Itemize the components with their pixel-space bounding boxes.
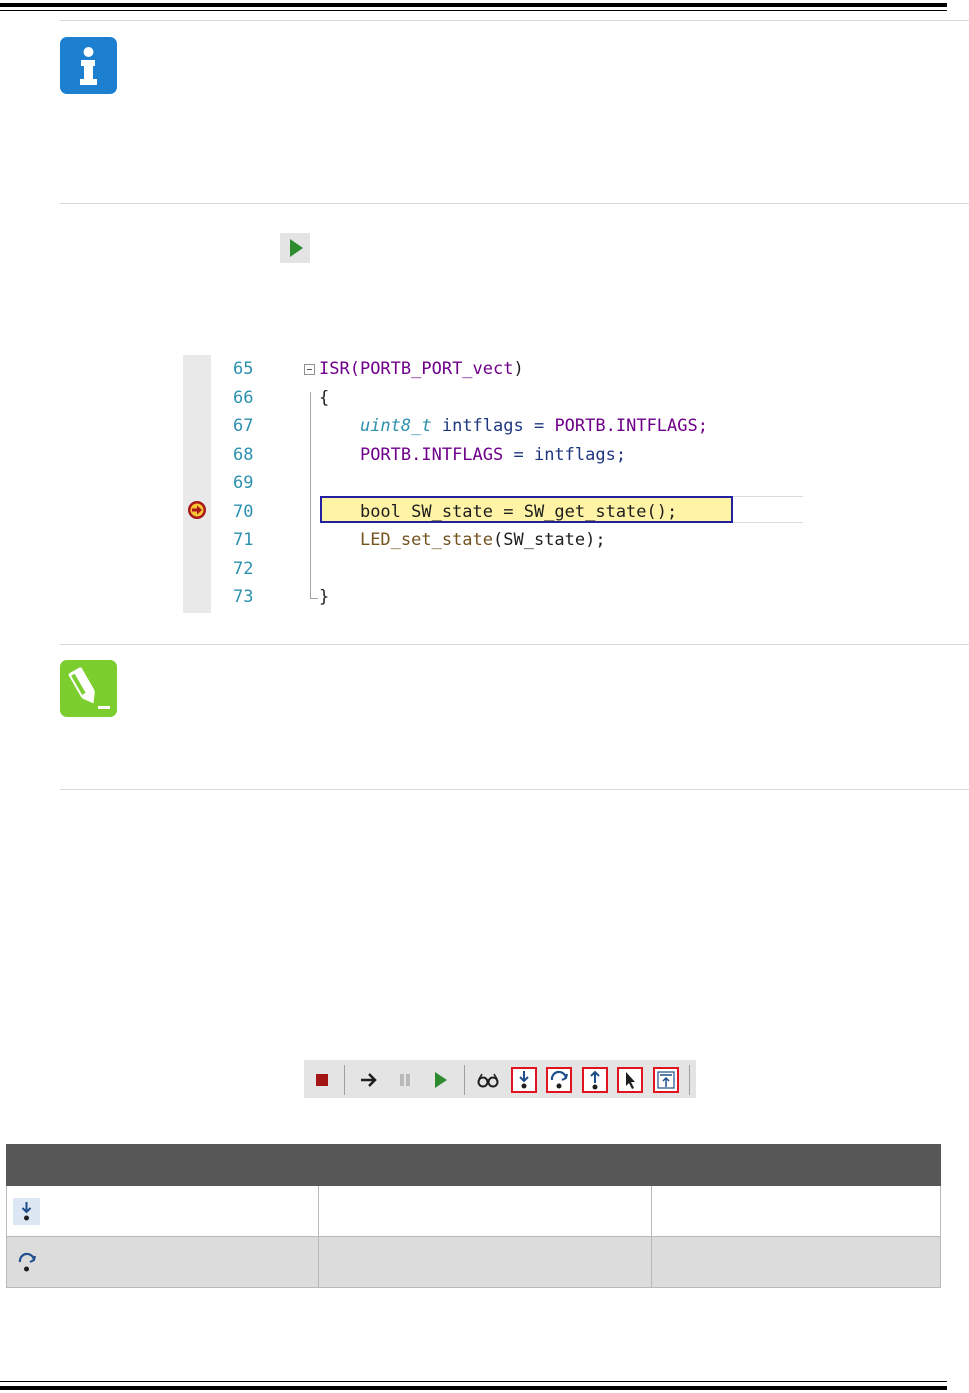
line-number: 72 [233, 558, 254, 579]
table-cell [318, 1236, 652, 1288]
step-into-button[interactable] [511, 1067, 537, 1093]
step-over-icon [13, 1249, 40, 1276]
line-number: 70 [233, 501, 254, 522]
play-icon [435, 1072, 447, 1088]
code-line: 67 uint8_t intflags = PORTB.INTFLAGS; [183, 412, 808, 440]
step-over-icon [550, 1070, 568, 1089]
code-text: { [319, 384, 329, 412]
info-callout-bottom-border [60, 203, 969, 204]
table-header-cell [650, 1144, 942, 1186]
code-editor: 65 ISR(PORTB_PORT_vect) 66 {67 uint8_t intf… [183, 355, 808, 613]
note-callout-top-border [60, 644, 969, 645]
show-next-statement-button[interactable] [356, 1067, 382, 1093]
quick-watch-button[interactable] [475, 1067, 501, 1093]
line-number: 71 [233, 530, 254, 550]
table-cell [5, 1185, 320, 1237]
line-number: 65 [233, 359, 254, 379]
code-line: 73} [183, 583, 808, 611]
line-number: 73 [233, 587, 254, 607]
table-cell [650, 1236, 942, 1288]
code-line: 71 LED_set_state(SW_state); [183, 526, 808, 554]
run-to-cursor-button[interactable] [617, 1067, 643, 1093]
code-text: LED_set_state(SW_state); [319, 526, 606, 554]
glasses-icon [477, 1073, 499, 1088]
step-out-button[interactable] [582, 1067, 608, 1093]
code-line: 72 [183, 555, 808, 583]
stop-square-icon [316, 1074, 328, 1086]
step-out-icon [590, 1070, 600, 1090]
step-into-icon [519, 1071, 529, 1089]
note-icon [60, 660, 117, 717]
debug-toolbar [304, 1060, 696, 1098]
code-token: PORTB [554, 416, 606, 436]
info-callout-top-border [60, 20, 969, 21]
code-text: PORTB.INTFLAGS = intflags; [319, 441, 626, 469]
table-cell [318, 1185, 652, 1237]
top-rule [0, 3, 947, 7]
code-text: } [319, 583, 329, 611]
info-icon [60, 37, 117, 94]
table-row [5, 1185, 942, 1237]
code-token: intflags = [431, 416, 555, 436]
code-text: uint8_t intflags = PORTB.INTFLAGS; [319, 412, 708, 440]
code-line: 68 PORTB.INTFLAGS = intflags; [183, 441, 808, 469]
play-icon [290, 239, 303, 257]
reset-icon [657, 1071, 675, 1089]
code-token: ) [513, 359, 524, 379]
table-header-cell [318, 1144, 652, 1186]
code-token: = intflags; [503, 444, 627, 465]
toolbar-separator [344, 1065, 345, 1095]
code-line: 65 ISR(PORTB_PORT_vect) [183, 355, 808, 383]
table-cell [650, 1185, 942, 1237]
break-all-button[interactable] [392, 1067, 418, 1093]
table-header-row [5, 1144, 942, 1186]
code-token: ISR( [319, 359, 360, 379]
continue-button[interactable] [427, 1067, 453, 1093]
bottom-rule [0, 1386, 947, 1390]
code-token: (SW_state); [493, 530, 606, 550]
top-rule-thin [0, 10, 947, 11]
note-callout-bottom-border [60, 789, 969, 790]
code-line: 69 [183, 469, 808, 497]
line-number: 68 [233, 444, 254, 465]
run-button-inline [280, 233, 310, 263]
toolbar-separator [464, 1065, 465, 1095]
debug-commands-table [5, 1144, 942, 1288]
code-token: uint8_t [359, 416, 432, 436]
code-line: 66 { [183, 384, 808, 412]
code-line: 70 bool SW_state = SW_get_state(); [183, 498, 808, 526]
stop-debugging-button[interactable] [309, 1067, 335, 1093]
code-token: PORTB_PORT_vect [359, 359, 514, 379]
step-over-button[interactable] [546, 1067, 572, 1093]
table-cell [5, 1236, 320, 1288]
code-token: PORTB.INTFLAGS [359, 444, 504, 465]
bottom-rule-thin [0, 1381, 947, 1382]
reset-button[interactable] [653, 1067, 679, 1093]
toolbar-separator [689, 1065, 690, 1095]
table-header-cell [5, 1144, 320, 1186]
code-token: .INTFLAGS; [605, 416, 708, 436]
line-number: 67 [233, 416, 254, 436]
cursor-arrow-icon [626, 1072, 635, 1089]
arrow-right-icon [361, 1073, 377, 1087]
code-token: } [319, 587, 330, 607]
line-number: 66 [233, 387, 254, 408]
code-text: bool SW_state = SW_get_state(); [319, 498, 677, 526]
table-row [5, 1236, 942, 1288]
step-into-icon [13, 1197, 40, 1225]
line-number: 69 [233, 473, 254, 493]
pause-icon [400, 1074, 410, 1086]
code-text: ISR(PORTB_PORT_vect) [319, 355, 524, 383]
code-token: LED_set_state [359, 530, 494, 550]
code-token: { [319, 387, 330, 408]
code-token: bool SW_state = SW_get_state(); [359, 501, 678, 522]
